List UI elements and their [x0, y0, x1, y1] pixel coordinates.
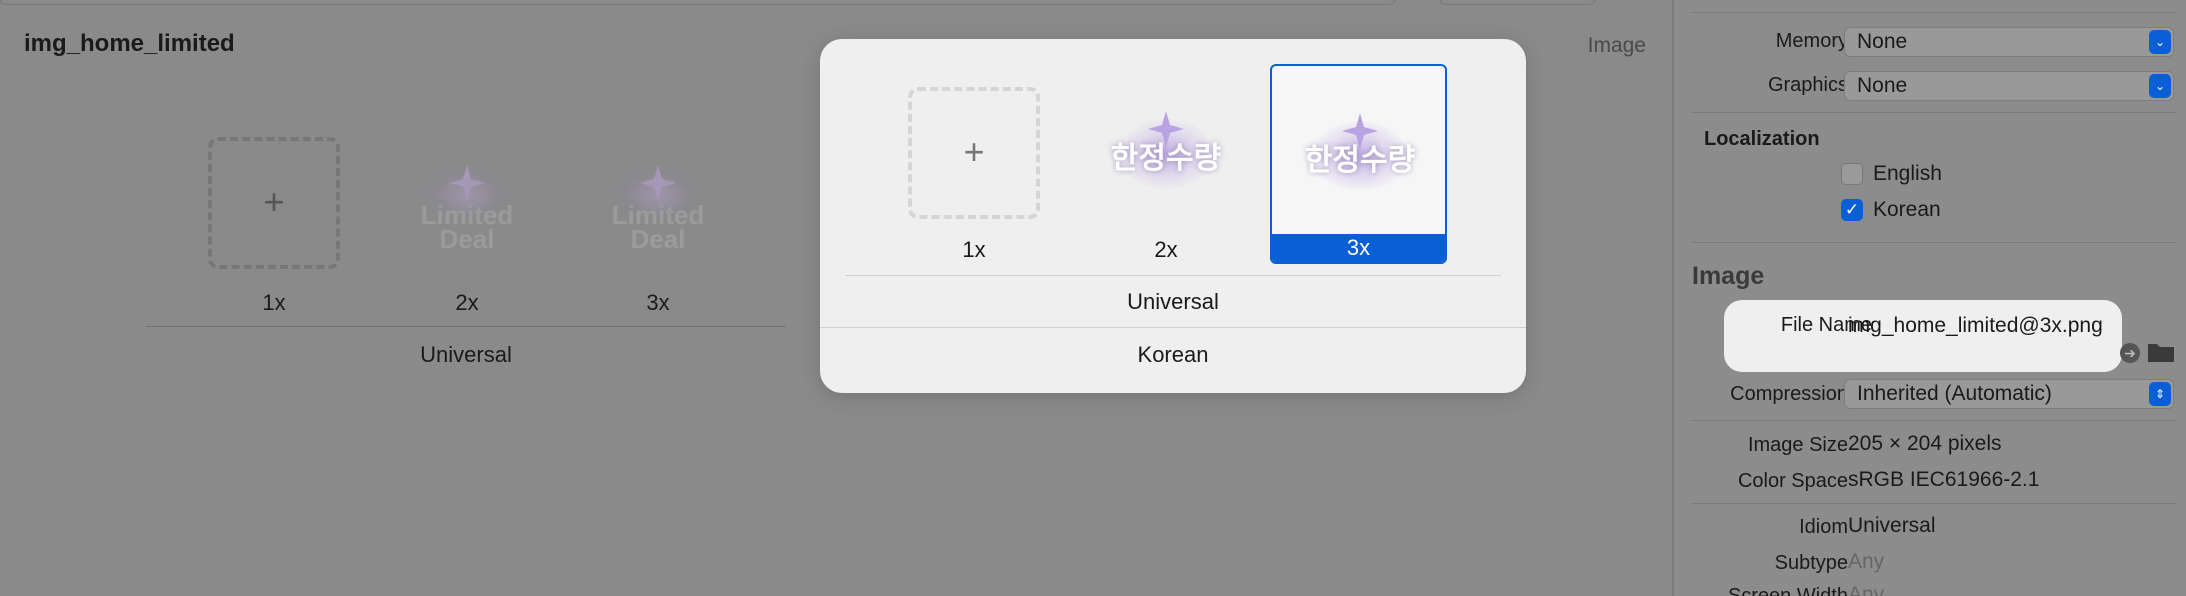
sparkle-icon	[449, 165, 485, 201]
idiom-value: Universal	[1848, 514, 1936, 537]
graphics-popup[interactable]: None ⌄	[1844, 71, 2174, 101]
inspector-divider	[1692, 420, 2176, 421]
thumbnail-text: 한정수량	[1304, 144, 1416, 177]
plus-icon: +	[263, 181, 285, 223]
screen-width-label: Screen Width	[1727, 585, 1848, 596]
memory-value: None	[1857, 30, 1908, 53]
popover-locale-label: Korean	[1137, 342, 1209, 367]
asset-type-label: Image	[1587, 34, 1646, 57]
popover-slot-1x-empty[interactable]: +	[908, 87, 1040, 219]
color-space-value: sRGB IEC61966-2.1	[1848, 468, 2040, 491]
popover-group-label: Universal	[1127, 289, 1219, 314]
compression-popup[interactable]: Inherited (Automatic) ⇕	[1844, 379, 2174, 409]
popover-slot-2x-label: 2x	[1154, 237, 1178, 262]
idiom-label: Idiom	[1799, 516, 1848, 538]
attributes-inspector: Memory None ⌄ Graphics None ⌄ Localizati…	[1672, 0, 2186, 596]
popover-divider	[820, 327, 1526, 328]
chevron-down-icon: ⌄	[2149, 74, 2171, 98]
slot-1x-label: 1x	[262, 290, 286, 315]
slot-3x-label: 3x	[646, 290, 670, 315]
asset-title: img_home_limited	[24, 30, 235, 57]
file-name-field[interactable]: File Name img_home_limited@3x.png	[1724, 300, 2122, 372]
slot-1x-empty[interactable]: +	[208, 137, 340, 269]
memory-popup[interactable]: None ⌄	[1844, 27, 2174, 57]
popover-slot-3x-selected[interactable]: 한정수량 3x	[1270, 64, 1447, 264]
localization-heading: Localization	[1704, 128, 1820, 150]
sparkle-icon	[640, 165, 676, 201]
inspector-divider	[1692, 112, 2176, 113]
image-size-label: Image Size	[1747, 434, 1848, 456]
popover-slot-3x-label: 3x	[1272, 234, 1445, 262]
slot-3x-thumbnail[interactable]: Limited Deal	[592, 155, 724, 265]
plus-icon: +	[963, 131, 985, 173]
compression-label: Compression	[1730, 383, 1848, 405]
memory-label: Memory	[1775, 30, 1848, 52]
popover-slot-3x-thumbnail: 한정수량	[1294, 111, 1426, 201]
toolbar-button-edge	[1440, 0, 1595, 5]
popover-slot-1x-label: 1x	[962, 237, 986, 262]
inspector-divider	[1692, 12, 2176, 13]
inspector-divider	[1692, 242, 2176, 243]
english-label: English	[1873, 162, 1942, 185]
toolbar-field-edge	[0, 0, 1395, 5]
graphics-value: None	[1857, 74, 1908, 97]
thumbnail-text-line2: Deal	[439, 224, 495, 254]
chevron-updown-icon: ⇕	[2149, 382, 2171, 406]
subtype-value: Any	[1848, 550, 1885, 573]
group-divider	[146, 326, 786, 327]
slot-2x-label: 2x	[455, 290, 479, 315]
inspector-divider	[1692, 503, 2176, 504]
image-size-value: 205 × 204 pixels	[1848, 432, 2002, 455]
popover-slot-2x-thumbnail[interactable]: 한정수량	[1100, 109, 1232, 199]
top-toolbar-edge	[0, 0, 1672, 6]
image-section-heading: Image	[1692, 262, 1765, 290]
subtype-label: Subtype	[1774, 552, 1848, 574]
thumbnail-text: 한정수량	[1110, 142, 1222, 175]
file-name-value: img_home_limited@3x.png	[1848, 314, 2103, 337]
compression-value: Inherited (Automatic)	[1857, 382, 2052, 405]
slot-2x-thumbnail[interactable]: Limited Deal	[401, 155, 533, 265]
korean-checkbox[interactable]: ✓	[1841, 199, 1863, 221]
thumbnail-text-line2: Deal	[630, 224, 686, 254]
folder-icon[interactable]	[2146, 340, 2176, 364]
popover-divider	[845, 275, 1501, 276]
group-label-universal: Universal	[420, 342, 512, 367]
localization-popover: + 1x 한정수량 2x 한정수량 3x Universal Korean	[820, 39, 1526, 393]
color-space-label: Color Space	[1737, 470, 1848, 492]
graphics-label: Graphics	[1767, 74, 1848, 96]
screen-width-value: Any	[1848, 583, 1885, 596]
reveal-arrow-icon[interactable]: ➔	[2120, 343, 2140, 363]
chevron-down-icon: ⌄	[2149, 30, 2171, 54]
english-checkbox[interactable]	[1841, 163, 1863, 185]
korean-label: Korean	[1873, 198, 1941, 221]
